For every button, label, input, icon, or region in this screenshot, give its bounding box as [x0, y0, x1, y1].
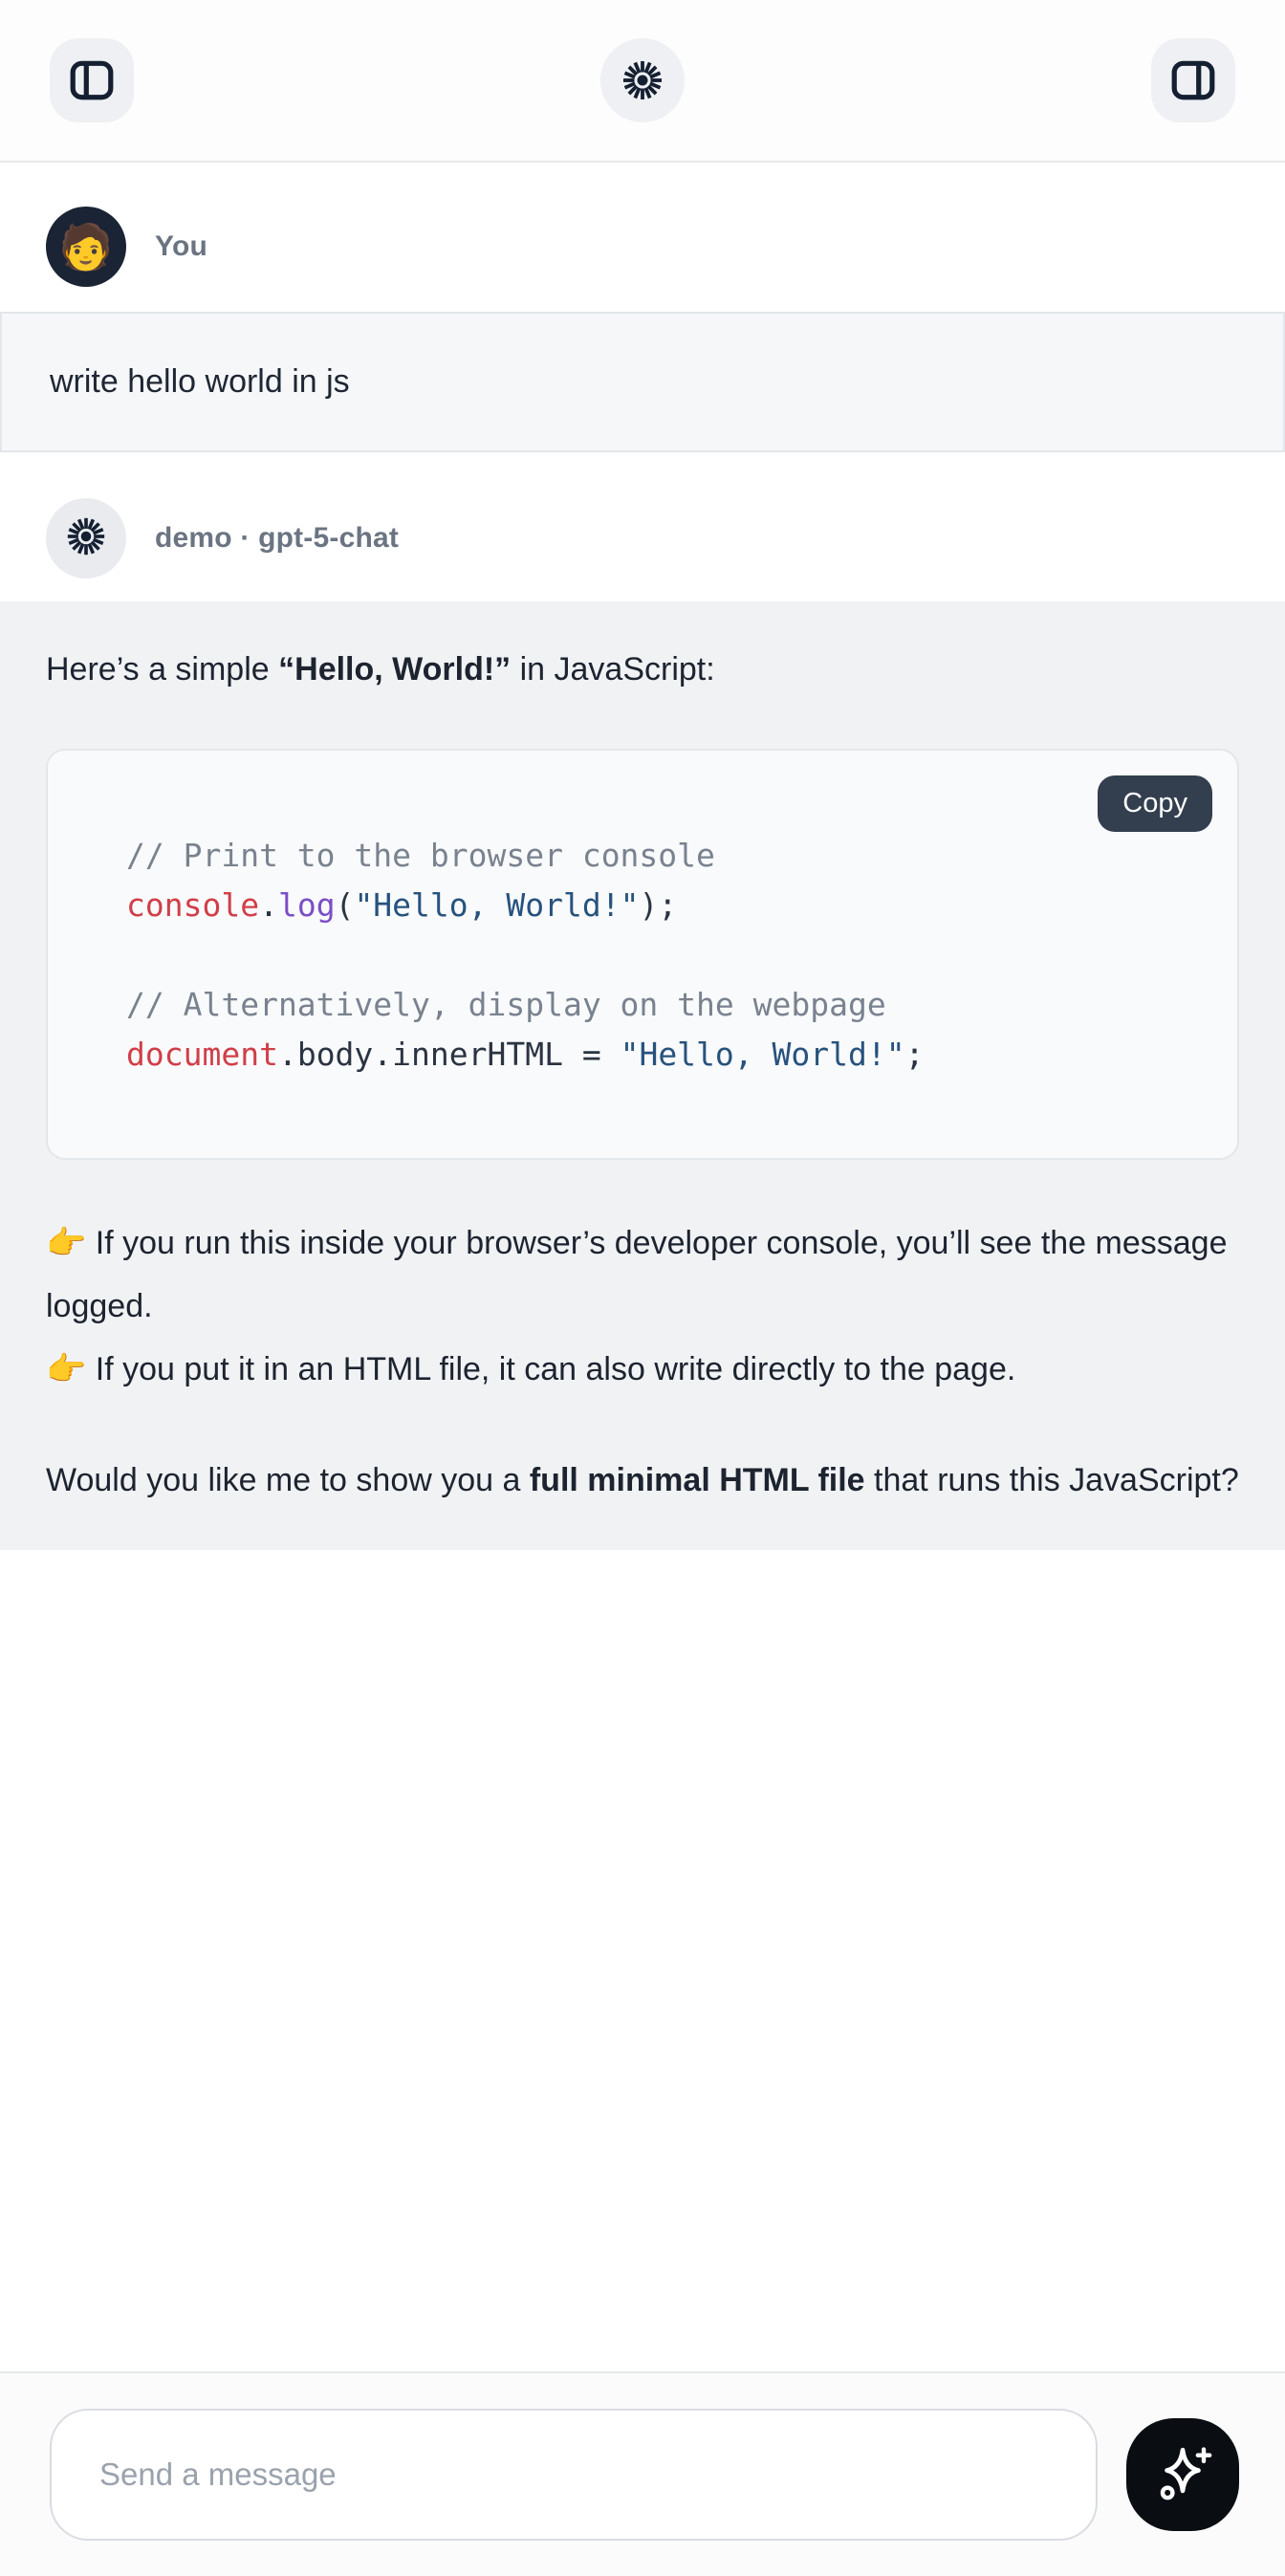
sidebar-toggle-button[interactable] [50, 38, 134, 122]
user-message-header: 🧑 You [0, 163, 1285, 312]
assistant-avatar [46, 498, 126, 579]
chat-app: 🧑 You write hello world in js [0, 0, 1285, 2576]
code-line: // Alternatively, display on the webpage [126, 980, 1199, 1030]
message-input[interactable] [50, 2409, 1098, 2541]
code-line: console.log("Hello, World!"); [126, 881, 1199, 930]
assistant-author-label: demo · gpt-5-chat [155, 522, 399, 555]
user-message-text: write hello world in js [50, 363, 1235, 401]
assistant-intro-text: Here’s a simple “Hello, World!” in JavaS… [46, 645, 1239, 693]
assistant-tip-1: 👉 If you run this inside your browser’s … [46, 1212, 1239, 1338]
code-line: // Print to the browser console [126, 831, 1199, 881]
assistant-message-header: demo · gpt-5-chat [0, 452, 1285, 601]
right-panel-toggle-button[interactable] [1151, 38, 1235, 122]
assistant-tip-2: 👉 If you put it in an HTML file, it can … [46, 1338, 1239, 1401]
code-block: Copy // Print to the browser console con… [46, 749, 1239, 1160]
copy-button[interactable]: Copy [1098, 775, 1212, 832]
assistant-question: Would you like me to show you a full min… [46, 1449, 1239, 1512]
model-logo-button[interactable] [600, 38, 685, 122]
sunburst-icon [620, 57, 665, 103]
panel-right-icon [1169, 56, 1217, 104]
code-content: // Print to the browser console console.… [48, 751, 1237, 1158]
chat-thread: 🧑 You write hello world in js [0, 163, 1285, 1550]
code-line: document.body.innerHTML = "Hello, World!… [126, 1030, 1199, 1080]
code-line-blank [126, 930, 1199, 980]
panel-left-icon [68, 56, 116, 104]
top-bar [0, 0, 1285, 163]
person-emoji: 🧑 [58, 225, 113, 269]
user-message: write hello world in js [0, 312, 1285, 452]
sparkle-icon [1151, 2442, 1214, 2508]
user-avatar: 🧑 [46, 207, 126, 287]
assistant-message: Here’s a simple “Hello, World!” in JavaS… [0, 601, 1285, 1550]
sunburst-icon [64, 514, 108, 563]
user-author-label: You [155, 230, 207, 263]
send-button[interactable] [1126, 2418, 1239, 2531]
composer-bar [0, 2371, 1285, 2576]
